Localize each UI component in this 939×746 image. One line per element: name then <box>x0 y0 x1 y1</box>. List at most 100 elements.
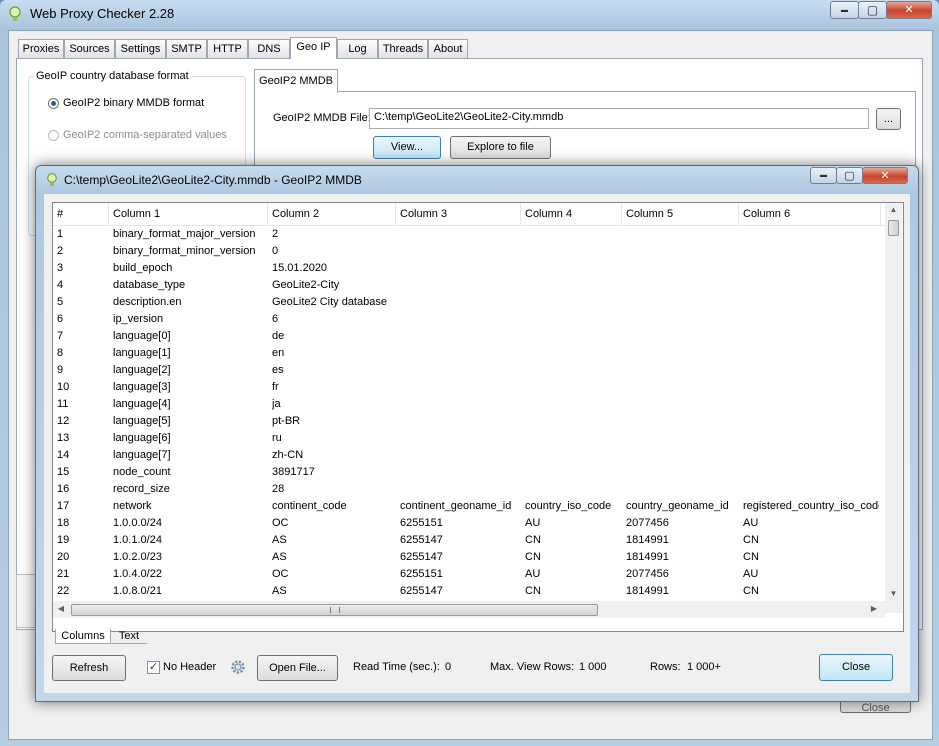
table-row[interactable]: 9 language[2] es <box>53 362 885 379</box>
table-row[interactable]: 20 1.0.2.0/23 AS 6255147 CN 1814991 CN <box>53 549 885 566</box>
table-row[interactable]: 1 binary_format_major_version 2 <box>53 226 885 243</box>
table-cell: 0 <box>272 245 279 257</box>
column-header[interactable]: # <box>53 203 109 225</box>
table-cell: network <box>113 500 152 512</box>
column-header[interactable]: Column 3 <box>396 203 521 225</box>
table-cell: binary_format_minor_version <box>113 245 256 257</box>
table-cell: 6255151 <box>400 568 443 580</box>
vertical-scrollbar[interactable]: ▲ ▼ <box>885 203 902 613</box>
table-row[interactable]: 21 1.0.4.0/22 OC 6255151 AU 2077456 AU <box>53 566 885 583</box>
table-row[interactable]: 14 language[7] zh-CN <box>53 447 885 464</box>
maximize-button[interactable]: ▢ <box>858 1 887 19</box>
table-cell: continent_code <box>272 500 347 512</box>
table-row[interactable]: 6 ip_version 6 <box>53 311 885 328</box>
scroll-left-icon[interactable]: ◀ <box>56 604 66 613</box>
horizontal-scrollbar[interactable]: ◀ ▶ <box>53 601 885 618</box>
table-cell: 6255151 <box>400 517 443 529</box>
table-row[interactable]: 10 language[3] fr <box>53 379 885 396</box>
table-row[interactable]: 8 language[1] en <box>53 345 885 362</box>
view-tab-columns[interactable]: Columns <box>55 629 111 644</box>
table-cell <box>525 226 620 243</box>
settings-gear-icon[interactable] <box>230 659 246 675</box>
table-row[interactable]: 7 language[0] de <box>53 328 885 345</box>
dialog-minimize-button[interactable]: ▬ <box>810 167 837 184</box>
table-cell: 2 <box>57 245 64 257</box>
explore-to-file-button[interactable]: Explore to file <box>450 136 551 159</box>
radio-csv-label[interactable]: GeoIP2 comma-separated values <box>63 129 227 141</box>
mmdb-file-input[interactable]: C:\temp\GeoLite2\GeoLite2-City.mmdb <box>369 108 869 129</box>
table-cell: AU <box>525 517 541 529</box>
scroll-right-icon[interactable]: ▶ <box>869 604 879 613</box>
table-row[interactable]: 19 1.0.1.0/24 AS 6255147 CN 1814991 CN <box>53 532 885 549</box>
column-header[interactable]: Column 5 <box>622 203 739 225</box>
tab-settings[interactable]: Settings <box>115 39 166 58</box>
table-row[interactable]: 17 network continent_code continent_geoname… <box>53 498 885 515</box>
view-tab-text[interactable]: Text <box>111 629 147 644</box>
tab-about[interactable]: About <box>428 39 468 58</box>
view-button[interactable]: View... <box>373 136 441 159</box>
table-row[interactable]: 4 database_type GeoLite2-City <box>53 277 885 294</box>
table-cell: 20 <box>57 551 70 563</box>
tab-proxies[interactable]: Proxies <box>18 39 64 58</box>
table-row[interactable]: 22 1.0.8.0/21 AS 6255147 CN 1814991 CN <box>53 583 885 600</box>
grid-body: 1 binary_format_major_version 2 2 binary_for… <box>53 226 885 606</box>
table-row[interactable]: 12 language[5] pt-BR <box>53 413 885 430</box>
tab-threads[interactable]: Threads <box>378 39 428 58</box>
tab-dns[interactable]: DNS <box>248 39 290 58</box>
table-cell <box>626 260 737 277</box>
table-cell: 6 <box>57 313 64 325</box>
dialog-maximize-button[interactable]: ▢ <box>836 167 863 184</box>
no-header-checkbox[interactable]: ✓ <box>147 661 160 674</box>
radio-mmdb[interactable] <box>48 98 59 109</box>
table-row[interactable]: 18 1.0.0.0/24 OC 6255151 AU 2077456 AU <box>53 515 885 532</box>
table-cell: 6255147 <box>400 551 443 563</box>
table-row[interactable]: 5 description.en GeoLite2 City database <box>53 294 885 311</box>
scroll-up-icon[interactable]: ▲ <box>885 205 902 214</box>
subtab-mmdb[interactable]: GeoIP2 MMDB <box>254 69 338 93</box>
tab-smtp[interactable]: SMTP <box>166 39 207 58</box>
tab-http[interactable]: HTTP <box>207 39 248 58</box>
table-cell: ru <box>272 432 282 444</box>
tab-sources[interactable]: Sources <box>64 39 115 58</box>
table-cell <box>525 260 620 277</box>
column-header[interactable]: Column 4 <box>521 203 622 225</box>
table-row[interactable]: 11 language[4] ja <box>53 396 885 413</box>
column-header[interactable]: Column 2 <box>268 203 396 225</box>
dialog-close-button[interactable]: ✕ <box>862 167 908 184</box>
table-cell: record_size <box>113 483 170 495</box>
table-row[interactable]: 3 build_epoch 15.01.2020 <box>53 260 885 277</box>
table-cell: AU <box>525 568 541 580</box>
minimize-button[interactable]: ▬ <box>830 1 859 19</box>
table-cell <box>400 396 519 413</box>
refresh-button[interactable]: Refresh <box>52 655 126 681</box>
open-file-button[interactable]: Open File... <box>257 655 338 681</box>
column-header[interactable]: Column 6 <box>739 203 881 225</box>
no-header-label[interactable]: No Header <box>163 661 216 673</box>
grid-header: # Column 1 Column 2 Column 3 Column 4 Column … <box>53 203 885 226</box>
close-button[interactable]: ✕ <box>886 1 932 19</box>
table-cell: CN <box>743 534 759 546</box>
table-cell <box>743 345 879 362</box>
table-row[interactable]: 16 record_size 28 <box>53 481 885 498</box>
table-row[interactable]: 13 language[6] ru <box>53 430 885 447</box>
table-cell <box>525 396 620 413</box>
table-row[interactable]: 15 node_count 3891717 <box>53 464 885 481</box>
table-cell <box>743 396 879 413</box>
table-row[interactable]: 2 binary_format_minor_version 0 <box>53 243 885 260</box>
data-grid[interactable]: # Column 1 Column 2 Column 3 Column 4 Column … <box>52 202 904 632</box>
scroll-down-icon[interactable]: ▼ <box>885 589 902 598</box>
browse-button[interactable]: ... <box>876 108 901 130</box>
vertical-scroll-thumb[interactable] <box>888 220 899 236</box>
column-header[interactable]: Column 1 <box>109 203 268 225</box>
tab-geo-ip[interactable]: Geo IP <box>290 37 337 59</box>
radio-mmdb-label[interactable]: GeoIP2 binary MMDB format <box>63 97 204 109</box>
table-cell: 1 <box>57 228 64 240</box>
horizontal-scroll-thumb[interactable] <box>71 604 598 616</box>
dialog-close-action-button[interactable]: Close <box>819 654 893 681</box>
radio-csv[interactable] <box>48 130 59 141</box>
table-cell: GeoLite2 City database <box>272 296 387 308</box>
table-cell: fr <box>272 381 279 393</box>
table-cell <box>400 379 519 396</box>
max-view-rows-label: Max. View Rows: <box>490 661 575 673</box>
tab-log[interactable]: Log <box>337 39 378 58</box>
